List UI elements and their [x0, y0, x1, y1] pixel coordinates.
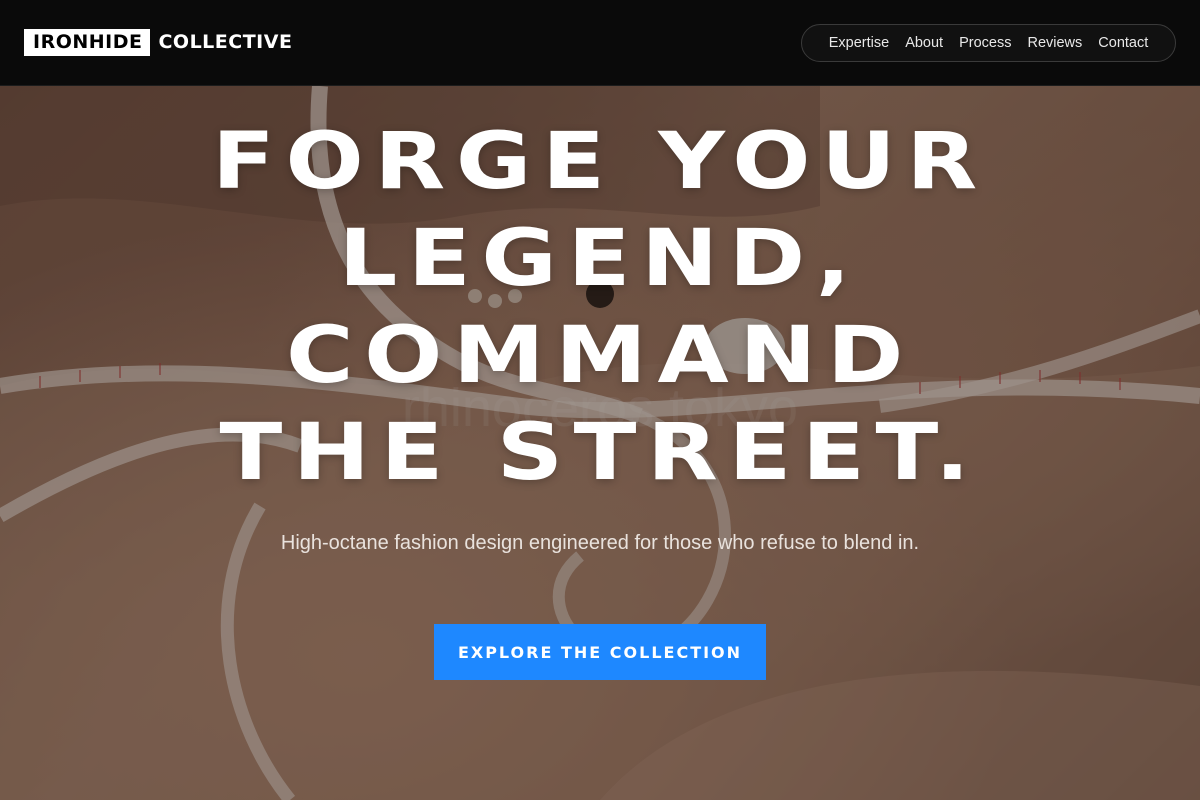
explore-collection-button[interactable]: EXPLORE THE COLLECTION [434, 624, 766, 680]
headline-line: FORGE YOUR [212, 117, 988, 207]
hero-content: FORGE YOUR LEGEND, COMMAND THE STREET. H… [0, 86, 1200, 800]
main-nav: Expertise About Process Reviews Contact [801, 24, 1176, 62]
brand-logo[interactable]: IRONHIDE COLLECTIVE [24, 29, 292, 56]
nav-link-contact[interactable]: Contact [1098, 35, 1148, 51]
hero-headline: FORGE YOUR LEGEND, COMMAND THE STREET. [10, 114, 1190, 502]
nav-link-about[interactable]: About [905, 35, 943, 51]
nav-link-process[interactable]: Process [959, 35, 1011, 51]
hero-section: rhinoceros tokyo FORGE YOUR LEGEND, COMM… [0, 86, 1200, 800]
site-header: IRONHIDE COLLECTIVE Expertise About Proc… [0, 0, 1200, 86]
logo-secondary: COLLECTIVE [158, 31, 293, 53]
hero-subheadline: High-octane fashion design engineered fo… [280, 532, 920, 554]
nav-link-expertise[interactable]: Expertise [829, 35, 889, 51]
headline-line: LEGEND, [338, 214, 862, 304]
headline-line: COMMAND [286, 311, 914, 401]
logo-primary: IRONHIDE [24, 29, 151, 56]
nav-link-reviews[interactable]: Reviews [1027, 35, 1082, 51]
headline-line: THE STREET. [219, 408, 981, 498]
